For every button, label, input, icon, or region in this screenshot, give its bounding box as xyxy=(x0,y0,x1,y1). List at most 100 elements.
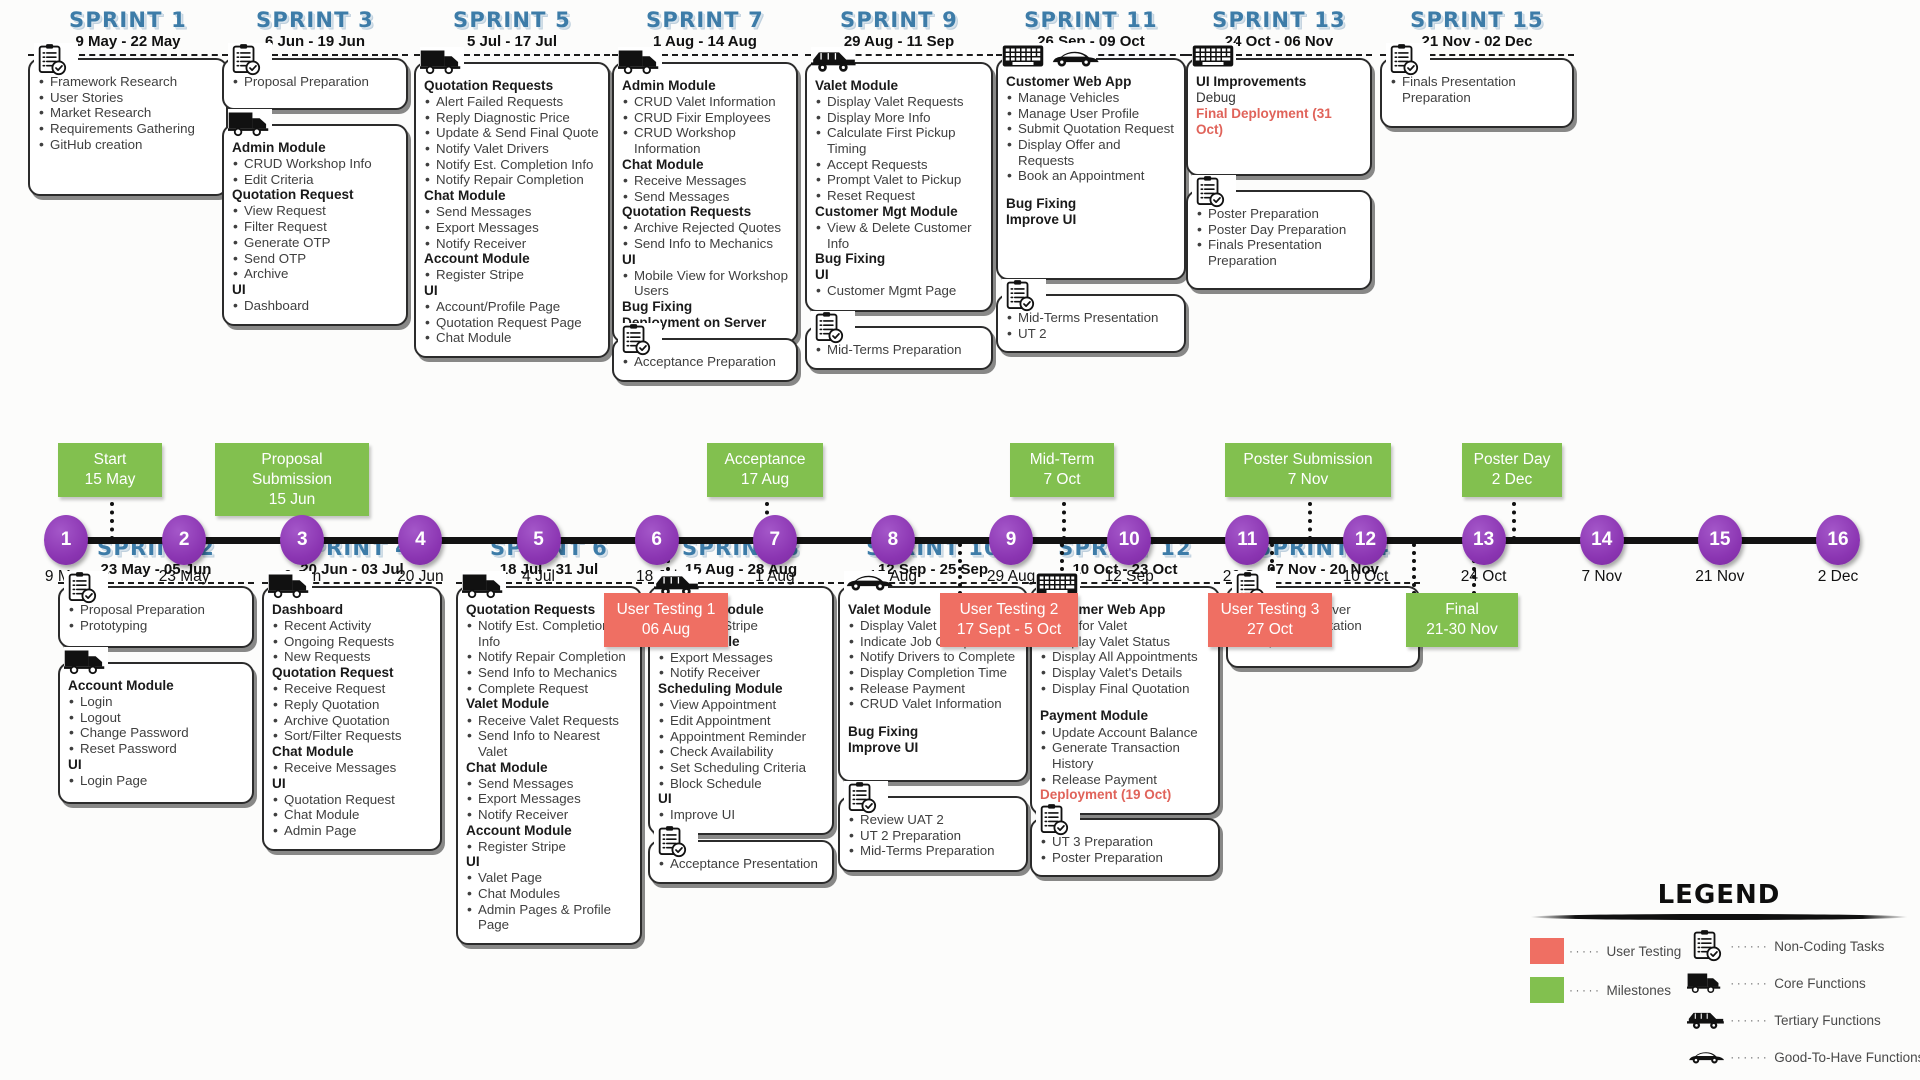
task-item: Archive Quotation xyxy=(272,712,432,729)
milestone-box[interactable]: Mid-Term 7 Oct xyxy=(1010,443,1114,497)
timeline-node[interactable]: 6 xyxy=(634,515,679,565)
milestone-box[interactable]: Start 15 May xyxy=(58,443,162,497)
timeline-node[interactable]: 8 xyxy=(870,515,915,565)
task-group-heading: Valet Module xyxy=(815,78,899,93)
milestone-box[interactable]: Poster Submission 7 Nov xyxy=(1225,443,1391,497)
task-item: Mobile View for Workshop Users xyxy=(622,267,788,299)
task-item: Manage User Profile xyxy=(1006,105,1176,122)
timeline-node-date: 21 Nov xyxy=(1695,568,1745,585)
task-group-heading: Bug Fixing xyxy=(848,724,919,740)
task-group-heading: UI xyxy=(815,267,829,283)
task-group-heading: Chat Module xyxy=(424,188,506,204)
milestone-box[interactable]: Acceptance 17 Aug xyxy=(707,443,823,497)
task-item: Admin Pages & Profile Page xyxy=(466,901,632,933)
legend-row: ······ Tertiary Functions xyxy=(1687,1006,1920,1034)
user-testing-date: 27 Oct xyxy=(1247,620,1293,638)
milestone-connector xyxy=(1412,543,1416,595)
legend-label: Milestones xyxy=(1606,982,1672,998)
task-card-body: Framework ResearchUser StoriesMarket Res… xyxy=(38,73,218,152)
timeline-node-date: 20 Jun xyxy=(397,568,444,585)
timeline-node[interactable]: 16 xyxy=(1816,515,1860,565)
task-card: UT 3 PreparationPoster Preparation xyxy=(1030,803,1220,878)
task-item: UT 2 Preparation xyxy=(848,827,1018,844)
timeline-node-date: 24 Oct xyxy=(1460,568,1507,585)
task-card-body: Account ModuleLoginLogoutChange Password… xyxy=(68,678,244,789)
task-item: Display Completion Time xyxy=(848,664,1018,681)
user-testing-box[interactable]: User Testing 1 06 Aug xyxy=(604,593,728,647)
user-testing-box[interactable]: User Testing 3 27 Oct xyxy=(1208,593,1332,647)
task-item: Requirements Gathering xyxy=(38,120,218,137)
task-list: View RequestFilter RequestGenerate OTPSe… xyxy=(232,202,398,281)
task-item: Check Availability xyxy=(658,743,824,760)
milestone-box[interactable]: Proposal Submission 15 Jun xyxy=(215,443,369,517)
task-group-heading: Customer Web App xyxy=(1006,74,1132,89)
legend-title: LEGEND xyxy=(1657,880,1781,910)
task-list: Manage VehiclesManage User ProfileSubmit… xyxy=(1006,89,1176,184)
task-item: View & Delete Customer Info xyxy=(815,219,983,251)
timeline-node[interactable]: 9 xyxy=(989,515,1034,565)
legend-dots: ······ xyxy=(1730,976,1770,990)
legend-label: Non-Coding Tasks xyxy=(1774,938,1885,954)
task-list: Finals Presentation Preparation xyxy=(1390,73,1564,105)
timeline-node[interactable]: 14 xyxy=(1579,515,1624,565)
task-item: Export Messages xyxy=(424,219,600,236)
sportscar-icon xyxy=(844,571,893,601)
legend-dots: ······ xyxy=(1730,939,1770,953)
clipboard-icon xyxy=(654,825,698,858)
suv-icon xyxy=(811,47,856,77)
milestone-box[interactable]: Final 21-30 Nov xyxy=(1406,593,1518,647)
legend-label: Core Functions xyxy=(1774,975,1866,991)
task-item: Block Schedule xyxy=(658,775,824,792)
milestone-label: Proposal Submission xyxy=(251,451,333,488)
clipboard-icon xyxy=(618,323,662,356)
timeline-node[interactable]: 5 xyxy=(516,515,561,565)
milestone-label: Final xyxy=(1445,601,1479,618)
timeline-node[interactable]: 15 xyxy=(1697,515,1742,565)
legend: LEGEND ····· User Testing ····· Milestones … xyxy=(1530,880,1920,1071)
clipboard-icon xyxy=(844,781,888,814)
task-highlight-line: Deployment (19 Oct) xyxy=(1040,787,1172,803)
task-item: Display Final Quotation xyxy=(1040,680,1210,697)
timeline-node[interactable]: 2 xyxy=(162,515,207,565)
task-group-heading: UI xyxy=(68,756,82,772)
task-item: Display Valet Requests xyxy=(815,93,983,110)
task-item: Send Info to Mechanics xyxy=(466,664,632,681)
user-testing-box[interactable]: User Testing 2 17 Sept - 5 Oct xyxy=(940,593,1078,647)
timeline-node[interactable]: 1 xyxy=(44,515,88,565)
task-group-heading: Account Module xyxy=(68,678,174,693)
task-item: Receive Messages xyxy=(272,759,432,776)
task-card: Framework ResearchUser StoriesMarket Res… xyxy=(28,43,228,196)
task-item: Display More Info xyxy=(815,109,983,126)
timeline-node[interactable]: 10 xyxy=(1107,515,1152,565)
task-plain-line: Debug xyxy=(1196,90,1236,106)
task-group-heading: UI xyxy=(232,281,246,297)
timeline-node[interactable]: 3 xyxy=(280,515,325,565)
task-item: Register Stripe xyxy=(424,266,600,283)
clipboard-icon xyxy=(228,43,272,76)
timeline-node[interactable]: 7 xyxy=(752,515,797,565)
task-item: Display Offer and Requests xyxy=(1006,136,1176,168)
red-swatch xyxy=(1530,938,1564,964)
sprint-title: SPRINT 15 xyxy=(1410,8,1544,32)
timeline-node[interactable]: 13 xyxy=(1461,515,1506,565)
task-card: Account ModuleLoginLogoutChange Password… xyxy=(58,647,254,804)
legend-color-column: ····· User Testing ····· Milestones xyxy=(1530,932,1681,1071)
task-list: Quotation RequestChat ModuleAdmin Page xyxy=(272,791,432,839)
task-item: Receive Messages xyxy=(622,172,788,189)
task-item: Reply Quotation xyxy=(272,696,432,713)
task-item: Accept Requests xyxy=(815,156,983,173)
task-item: Notify Repair Completion xyxy=(424,171,600,188)
legend-row: ······ Non-Coding Tasks xyxy=(1687,930,1920,962)
legend-row: ······ Core Functions xyxy=(1687,969,1920,997)
task-item: Notify Receiver xyxy=(658,664,824,681)
task-item: Notify Receiver xyxy=(424,235,600,252)
milestone-box[interactable]: Poster Day 2 Dec xyxy=(1462,443,1562,497)
task-list: CRUD Valet InformationCRUD Fixir Employe… xyxy=(622,93,788,157)
task-item: Notify Drivers to Complete xyxy=(848,648,1018,665)
task-group-heading: UI xyxy=(622,251,636,267)
task-group-heading: UI xyxy=(272,775,286,791)
task-group-heading: Chat Module xyxy=(272,743,354,759)
milestone-label: Start xyxy=(93,451,127,468)
task-item: Set Scheduling Criteria xyxy=(658,759,824,776)
